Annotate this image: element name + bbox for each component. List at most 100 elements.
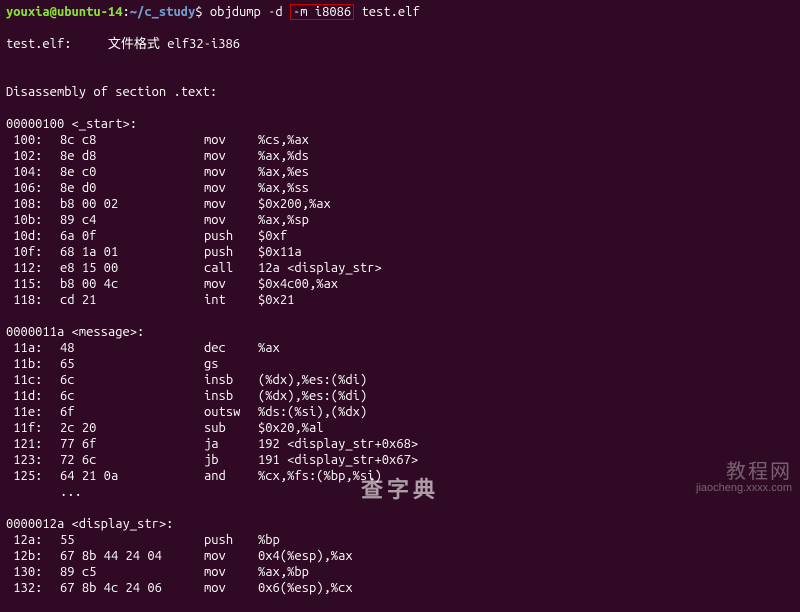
asm-mnemonic: push bbox=[204, 532, 258, 548]
asm-row: 121:77 6fja192 <display_str+0x68> bbox=[6, 436, 794, 452]
asm-bytes: 89 c4 bbox=[60, 212, 204, 228]
asm-addr: 11e: bbox=[6, 404, 60, 420]
asm-row: 102:8e d8mov%ax,%ds bbox=[6, 148, 794, 164]
asm-addr: 121: bbox=[6, 436, 60, 452]
asm-mnemonic: push bbox=[204, 228, 258, 244]
asm-addr: 115: bbox=[6, 276, 60, 292]
asm-operands: 192 <display_str+0x68> bbox=[258, 437, 418, 451]
prompt-path: ~/c_study bbox=[130, 5, 196, 19]
asm-mnemonic: int bbox=[204, 292, 258, 308]
asm-mnemonic: gs bbox=[204, 356, 258, 372]
section-label: 00000100 <_start>: bbox=[6, 116, 794, 132]
prompt-line[interactable]: youxia@ubuntu-14:~/c_study$ objdump -d -… bbox=[6, 4, 794, 20]
asm-mnemonic: mov bbox=[204, 580, 258, 596]
asm-addr: 12a: bbox=[6, 532, 60, 548]
asm-addr: 10b: bbox=[6, 212, 60, 228]
asm-operands: $0x21 bbox=[258, 293, 294, 307]
asm-operands: 191 <display_str+0x67> bbox=[258, 453, 418, 467]
asm-addr: 132: bbox=[6, 580, 60, 596]
asm-operands: (%dx),%es:(%di) bbox=[258, 373, 367, 387]
asm-bytes: cd 21 bbox=[60, 292, 204, 308]
asm-operands: %ax,%ss bbox=[258, 181, 309, 195]
asm-bytes: 67 8b 4c 24 06 bbox=[60, 580, 204, 596]
asm-mnemonic: mov bbox=[204, 564, 258, 580]
asm-addr: 118: bbox=[6, 292, 60, 308]
asm-addr: 10d: bbox=[6, 228, 60, 244]
asm-operands: 12a <display_str> bbox=[258, 261, 382, 275]
asm-mnemonic: mov bbox=[204, 164, 258, 180]
disasm-header: Disassembly of section .text: bbox=[6, 84, 794, 100]
asm-bytes: b8 00 4c bbox=[60, 276, 204, 292]
asm-addr: 11c: bbox=[6, 372, 60, 388]
asm-bytes: 2c 20 bbox=[60, 420, 204, 436]
asm-addr: 112: bbox=[6, 260, 60, 276]
asm-mnemonic: dec bbox=[204, 340, 258, 356]
asm-addr: 11d: bbox=[6, 388, 60, 404]
asm-operands: (%dx),%es:(%di) bbox=[258, 389, 367, 403]
asm-bytes: 72 6c bbox=[60, 452, 204, 468]
asm-addr: 106: bbox=[6, 180, 60, 196]
asm-addr: 100: bbox=[6, 132, 60, 148]
asm-row: 10b:89 c4mov%ax,%sp bbox=[6, 212, 794, 228]
asm-addr: 125: bbox=[6, 468, 60, 484]
asm-mnemonic: push bbox=[204, 244, 258, 260]
asm-bytes: 8e c0 bbox=[60, 164, 204, 180]
asm-row: 11c:6cinsb(%dx),%es:(%di) bbox=[6, 372, 794, 388]
asm-mnemonic: insb bbox=[204, 372, 258, 388]
asm-bytes: 6f bbox=[60, 404, 204, 420]
asm-mnemonic: outsw bbox=[204, 404, 258, 420]
asm-addr: 102: bbox=[6, 148, 60, 164]
asm-addr: 130: bbox=[6, 564, 60, 580]
asm-row: 132:67 8b 4c 24 06mov0x6(%esp),%cx bbox=[6, 580, 794, 596]
asm-bytes: 77 6f bbox=[60, 436, 204, 452]
asm-addr: 11f: bbox=[6, 420, 60, 436]
asm-operands: %bp bbox=[258, 533, 280, 547]
asm-row: 10d:6a 0fpush$0xf bbox=[6, 228, 794, 244]
asm-row: 10f:68 1a 01push$0x11a bbox=[6, 244, 794, 260]
asm-bytes: 6c bbox=[60, 388, 204, 404]
asm-addr: 12b: bbox=[6, 548, 60, 564]
asm-bytes: 89 c5 bbox=[60, 564, 204, 580]
asm-operands: %ax,%es bbox=[258, 165, 309, 179]
asm-row: 106:8e d0mov%ax,%ss bbox=[6, 180, 794, 196]
asm-mnemonic: insb bbox=[204, 388, 258, 404]
asm-bytes: ... bbox=[60, 484, 204, 500]
asm-operands: %ax,%ds bbox=[258, 149, 309, 163]
command-boxed: -m i8086 bbox=[290, 4, 354, 20]
asm-operands: $0x200,%ax bbox=[258, 197, 331, 211]
asm-bytes: b8 00 02 bbox=[60, 196, 204, 212]
asm-mnemonic: mov bbox=[204, 212, 258, 228]
asm-mnemonic: call bbox=[204, 260, 258, 276]
asm-row: 12a:55push%bp bbox=[6, 532, 794, 548]
asm-bytes: 6c bbox=[60, 372, 204, 388]
asm-bytes: 65 bbox=[60, 356, 204, 372]
disassembly-output: 00000100 <_start>: 100:8c c8mov%cs,%ax 1… bbox=[6, 116, 794, 612]
command-pre: objdump -d bbox=[210, 5, 290, 19]
asm-row: 100:8c c8mov%cs,%ax bbox=[6, 132, 794, 148]
asm-mnemonic: mov bbox=[204, 196, 258, 212]
asm-operands: %cx,%fs:(%bp,%si) bbox=[258, 469, 382, 483]
asm-row: 123:72 6cjb191 <display_str+0x67> bbox=[6, 452, 794, 468]
asm-bytes: 48 bbox=[60, 340, 204, 356]
asm-row: 118:cd 21int$0x21 bbox=[6, 292, 794, 308]
asm-mnemonic: mov bbox=[204, 132, 258, 148]
asm-row: ... bbox=[6, 484, 794, 500]
asm-mnemonic: mov bbox=[204, 276, 258, 292]
asm-operands: $0xf bbox=[258, 229, 287, 243]
asm-row: 125:64 21 0aand%cx,%fs:(%bp,%si) bbox=[6, 468, 794, 484]
asm-row: 11a:48dec%ax bbox=[6, 340, 794, 356]
asm-bytes: 8e d8 bbox=[60, 148, 204, 164]
asm-bytes: 6a 0f bbox=[60, 228, 204, 244]
asm-addr: 123: bbox=[6, 452, 60, 468]
section-label: 0000011a <message>: bbox=[6, 324, 794, 340]
asm-bytes: 8e d0 bbox=[60, 180, 204, 196]
asm-row: 11b:65gs bbox=[6, 356, 794, 372]
asm-addr: 11a: bbox=[6, 340, 60, 356]
asm-mnemonic: mov bbox=[204, 148, 258, 164]
command-post: test.elf bbox=[354, 5, 420, 19]
asm-row: 11d:6cinsb(%dx),%es:(%di) bbox=[6, 388, 794, 404]
section-label: 0000012a <display_str>: bbox=[6, 516, 794, 532]
asm-bytes: 8c c8 bbox=[60, 132, 204, 148]
file-format-line: test.elf: 文件格式 elf32-i386 bbox=[6, 36, 794, 52]
asm-row: 104:8e c0mov%ax,%es bbox=[6, 164, 794, 180]
